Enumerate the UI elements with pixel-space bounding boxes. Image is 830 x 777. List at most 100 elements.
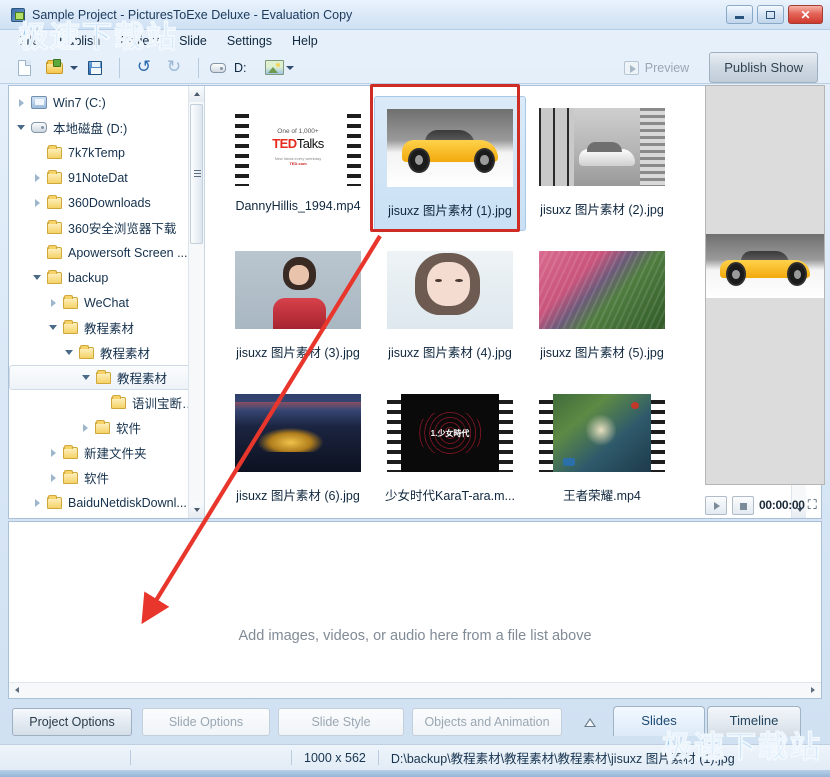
scroll-right-arrow-icon[interactable] bbox=[805, 683, 821, 698]
tree-item-label: 教程素材 bbox=[100, 343, 150, 362]
menu-item-slide[interactable]: Slide bbox=[170, 32, 216, 50]
drive-icon bbox=[210, 63, 226, 73]
file-cell[interactable]: jisuxz 图片素材 (4).jpg bbox=[374, 239, 526, 374]
menu-item-settings[interactable]: Settings bbox=[218, 32, 281, 50]
tree-item[interactable]: 360Downloads bbox=[9, 190, 204, 215]
preview-play-icon bbox=[624, 61, 639, 75]
tree-expand-chevron-down-icon[interactable] bbox=[15, 121, 29, 135]
tree-item[interactable]: 360安全浏览器下载 bbox=[9, 215, 204, 240]
tree-item[interactable]: 教程素材 bbox=[9, 340, 204, 365]
tree-item[interactable]: WeChat bbox=[9, 290, 204, 315]
tab-timeline[interactable]: Timeline bbox=[707, 706, 801, 736]
tree-item-label: 软件 bbox=[116, 418, 141, 437]
tree-item-label: 360安全浏览器下载 bbox=[68, 218, 176, 237]
tree-expand-chevron-down-icon[interactable] bbox=[63, 346, 77, 360]
app-icon bbox=[11, 8, 25, 22]
slide-list-drop-area[interactable]: Add images, videos, or audio here from a… bbox=[8, 521, 822, 699]
application-window: Sample Project - PicturesToExe Deluxe - … bbox=[0, 0, 830, 777]
tree-item[interactable]: 软件 bbox=[9, 415, 204, 440]
file-cell[interactable]: 1.少女時代少女时代KaraT-ara.m... bbox=[374, 382, 526, 517]
file-name-label: 少女时代KaraT-ara.m... bbox=[385, 485, 515, 504]
objects-and-animation-button[interactable]: Objects and Animation bbox=[412, 708, 562, 736]
slide-list-horizontal-scrollbar[interactable] bbox=[9, 682, 821, 698]
collapse-triangle-icon[interactable] bbox=[584, 718, 596, 727]
new-project-button[interactable] bbox=[12, 56, 38, 80]
file-cell[interactable]: jisuxz 图片素材 (6).jpg bbox=[222, 382, 374, 517]
tree-expand-chevron-right-icon[interactable] bbox=[47, 471, 61, 485]
minimize-button[interactable] bbox=[726, 5, 753, 24]
tree-item[interactable]: backup bbox=[9, 265, 204, 290]
slide-options-button[interactable]: Slide Options bbox=[142, 708, 270, 736]
file-cell[interactable]: jisuxz 图片素材 (2).jpg bbox=[526, 96, 678, 231]
view-mode-chevron-down-icon[interactable] bbox=[286, 66, 294, 70]
tree-expand-chevron-right-icon[interactable] bbox=[15, 96, 29, 110]
publish-show-button[interactable]: Publish Show bbox=[709, 52, 818, 83]
file-thumbnail bbox=[537, 388, 667, 478]
open-dropdown-chevron-down-icon[interactable] bbox=[70, 66, 78, 70]
redo-button[interactable]: ↻ bbox=[161, 56, 187, 80]
folder-icon bbox=[95, 422, 110, 434]
save-project-button[interactable] bbox=[82, 56, 108, 80]
maximize-icon bbox=[766, 11, 775, 19]
tree-expand-chevron-right-icon[interactable] bbox=[47, 446, 61, 460]
tree-item[interactable]: Apowersoft Screen ... bbox=[9, 240, 204, 265]
tree-expand-chevron-down-icon[interactable] bbox=[31, 271, 45, 285]
tree-expand-chevron-down-icon[interactable] bbox=[47, 321, 61, 335]
file-name-label: DannyHillis_1994.mp4 bbox=[235, 199, 360, 213]
preview-play-button[interactable] bbox=[705, 496, 727, 515]
file-name-label: jisuxz 图片素材 (6).jpg bbox=[236, 485, 360, 504]
tree-item[interactable]: 语训宝断句记录 bbox=[9, 390, 204, 415]
folder-tree[interactable]: Win7 (C:) 本地磁盘 (D:)7k7kTemp91NoteDat 360Do… bbox=[9, 86, 205, 518]
file-cell-selected[interactable]: jisuxz 图片素材 (1).jpg bbox=[374, 96, 526, 231]
open-project-button[interactable] bbox=[42, 56, 68, 80]
preview-label: Preview bbox=[645, 61, 689, 75]
file-cell[interactable]: 王者荣耀.mp4 bbox=[526, 382, 678, 517]
tree-item[interactable]: BaiduNetdiskDownl... bbox=[9, 490, 204, 515]
maximize-button[interactable] bbox=[757, 5, 784, 24]
file-thumbnail bbox=[537, 102, 667, 192]
menu-item-project[interactable]: Project bbox=[111, 32, 168, 50]
project-options-button[interactable]: Project Options bbox=[12, 708, 132, 736]
tree-item-label: Win7 (C:) bbox=[53, 96, 106, 110]
folder-tree-scrollbar[interactable] bbox=[188, 86, 204, 518]
scroll-left-arrow-icon[interactable] bbox=[9, 683, 25, 698]
tree-item[interactable]: 本地磁盘 (D:) bbox=[9, 115, 204, 140]
tree-item[interactable]: 教程素材 bbox=[9, 315, 204, 340]
tree-expand-chevron-right-icon[interactable] bbox=[31, 196, 45, 210]
file-cell[interactable]: jisuxz 图片素材 (3).jpg bbox=[222, 239, 374, 374]
folder-icon bbox=[47, 172, 62, 184]
menu-item-publish[interactable]: Publish bbox=[50, 32, 109, 50]
window-bottom-edge bbox=[0, 770, 830, 777]
file-cell[interactable]: One of 1,000+TEDTalksNew ideas every wee… bbox=[222, 96, 374, 231]
preview-button[interactable]: Preview bbox=[616, 57, 697, 79]
scroll-down-arrow-icon[interactable] bbox=[189, 502, 205, 518]
tree-expand-chevron-down-icon[interactable] bbox=[80, 371, 94, 385]
scroll-up-arrow-icon[interactable] bbox=[189, 86, 205, 102]
menu-item-file[interactable]: File bbox=[10, 32, 48, 50]
undo-button[interactable]: ↺ bbox=[131, 56, 157, 80]
tree-expand-chevron-right-icon[interactable] bbox=[79, 421, 93, 435]
close-button[interactable]: ✕ bbox=[788, 5, 823, 24]
tree-item[interactable]: 7k7kTemp bbox=[9, 140, 204, 165]
preview-timecode: 00:00:00 bbox=[759, 498, 805, 512]
tree-item[interactable]: 软件 bbox=[9, 465, 204, 490]
file-cell[interactable]: jisuxz 图片素材 (5).jpg bbox=[526, 239, 678, 374]
slide-style-button[interactable]: Slide Style bbox=[278, 708, 404, 736]
view-mode-picture-icon[interactable] bbox=[265, 60, 284, 75]
tree-item[interactable]: Win7 (C:) bbox=[9, 90, 204, 115]
tree-expand-chevron-right-icon[interactable] bbox=[31, 171, 45, 185]
tree-item[interactable]: 91NoteDat bbox=[9, 165, 204, 190]
tree-item-label: backup bbox=[68, 271, 108, 285]
preview-stop-button[interactable] bbox=[732, 496, 754, 515]
thumbnail-image bbox=[387, 109, 513, 187]
tab-slides[interactable]: Slides bbox=[613, 706, 705, 736]
tree-item[interactable]: 教程素材 bbox=[9, 365, 202, 390]
fullscreen-icon[interactable]: ⛶ bbox=[808, 498, 822, 512]
tree-expand-chevron-right-icon[interactable] bbox=[31, 496, 45, 510]
menu-item-help[interactable]: Help bbox=[283, 32, 327, 50]
scrollbar-thumb[interactable] bbox=[190, 104, 203, 244]
tree-expand-chevron-right-icon[interactable] bbox=[47, 296, 61, 310]
tree-item-label: 360Downloads bbox=[68, 196, 151, 210]
drive-label[interactable]: D: bbox=[234, 61, 247, 75]
tree-item[interactable]: 新建文件夹 bbox=[9, 440, 204, 465]
